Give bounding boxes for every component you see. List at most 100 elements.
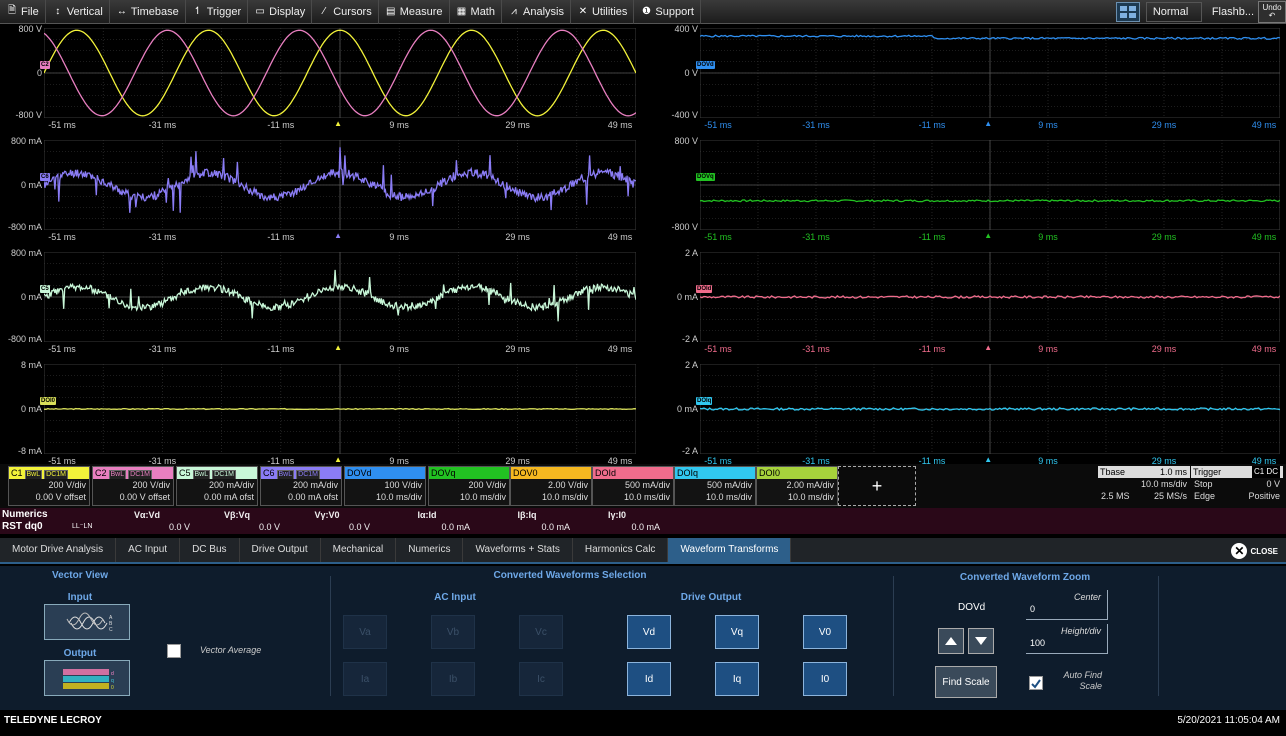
channel-badge[interactable]: C5 xyxy=(40,285,50,293)
time-tick-label: 29 ms xyxy=(505,232,530,242)
menu-right: Normal Flashb... Undo ↶ xyxy=(1115,0,1286,24)
grid-left-3[interactable] xyxy=(44,252,636,342)
vector-output-button[interactable]: dq0 xyxy=(44,660,130,696)
select-vb-button[interactable]: Vb xyxy=(431,615,475,649)
channel-badge[interactable]: DOI0 xyxy=(40,397,57,405)
descriptor-c5[interactable]: C5 BwL DC1M 200 mA/div 0.00 mA ofst xyxy=(176,466,258,506)
descriptor-offset: 0.00 V offset xyxy=(119,492,170,502)
channel-badge[interactable]: DOIq xyxy=(696,397,713,405)
height-div-field[interactable]: Height/div 100 xyxy=(1026,624,1108,654)
select-iq-button[interactable]: Iq xyxy=(715,662,759,696)
channel-badge[interactable]: C6 xyxy=(40,173,50,181)
select-va-button[interactable]: Va xyxy=(343,615,387,649)
tab-numerics[interactable]: Numerics xyxy=(396,538,464,562)
grid-lines xyxy=(700,28,1280,118)
trigger-title: Trigger xyxy=(1193,467,1222,477)
menu-vertical[interactable]: ↕ Vertical xyxy=(46,0,110,24)
undo-button[interactable]: Undo ↶ xyxy=(1258,1,1286,23)
grid-lines xyxy=(44,140,636,230)
tab-ac-input[interactable]: AC Input xyxy=(116,538,181,562)
descriptor-offset: 10.0 ms/div xyxy=(541,492,588,502)
y-label-ytop: 800 V xyxy=(18,24,42,34)
descriptor-dov0[interactable]: DOV0 2.00 V/div 10.0 ms/div xyxy=(510,466,592,506)
timebase-descriptor[interactable]: Tbase 1.0 ms 10.0 ms/div 2.5 MS 25 MS/s xyxy=(1098,466,1190,506)
tab-waveform-transforms[interactable]: Waveform Transforms xyxy=(668,538,792,562)
zoom-down-button[interactable] xyxy=(968,628,994,654)
select-vd-button[interactable]: Vd xyxy=(627,615,671,649)
grid-left-1[interactable] xyxy=(44,28,636,118)
channel-badge[interactable]: DOVq xyxy=(696,173,715,181)
descriptor-header: DOVq xyxy=(429,467,509,479)
select-ia-button[interactable]: Ia xyxy=(343,662,387,696)
descriptor-c6[interactable]: C6 BwL DC1M 200 mA/div 0.00 mA ofst xyxy=(260,466,342,506)
menu-trigger[interactable]: ↿ Trigger xyxy=(186,0,249,24)
descriptor-c2[interactable]: C2 BwL DC1M 200 V/div 0.00 V offset xyxy=(92,466,174,506)
time-tick-label: 9 ms xyxy=(1038,232,1058,242)
menu-timebase[interactable]: ↔ Timebase xyxy=(110,0,186,24)
menu-math[interactable]: ▦ Math xyxy=(450,0,502,24)
grid-right-1[interactable] xyxy=(700,28,1280,118)
menu-support[interactable]: ❶ Support xyxy=(634,0,701,24)
y-label-ybot: -800 V xyxy=(15,110,42,120)
descriptor-doid[interactable]: DOId 500 mA/div 10.0 ms/div xyxy=(592,466,674,506)
grid-right-3[interactable] xyxy=(700,252,1280,342)
select-vc-button[interactable]: Vc xyxy=(519,615,563,649)
select-vq-button[interactable]: Vq xyxy=(715,615,759,649)
grid-layout-button[interactable] xyxy=(1115,2,1140,22)
tab-motor-drive-analysis[interactable]: Motor Drive Analysis xyxy=(0,538,117,562)
select-v0-button[interactable]: V0 xyxy=(803,615,847,649)
numerics-value: 0.0 V xyxy=(168,522,190,532)
menu-display[interactable]: ▭ Display xyxy=(248,0,313,24)
descriptor-c1[interactable]: C1 BwL DC1M 200 V/div 0.00 V offset xyxy=(8,466,90,506)
select-i0-button[interactable]: I0 xyxy=(803,662,847,696)
grid-left-4[interactable] xyxy=(44,364,636,454)
menu-cursors[interactable]: ⁄ Cursors xyxy=(312,0,379,24)
vector-average-checkbox[interactable] xyxy=(167,644,181,658)
tab-drive-output[interactable]: Drive Output xyxy=(240,538,321,562)
tab-harmonics-calc[interactable]: Harmonics Calc xyxy=(573,538,669,562)
auto-find-scale-checkbox[interactable] xyxy=(1029,676,1043,690)
tab-dc-bus[interactable]: DC Bus xyxy=(180,538,240,562)
trigger-descriptor[interactable]: Trigger C1 DC Stop 0 V Edge Positive xyxy=(1191,466,1283,506)
ac-input-heading: AC Input xyxy=(434,592,476,603)
flashback-button[interactable]: Flashb... xyxy=(1208,6,1258,18)
menu-label: Timebase xyxy=(130,5,179,18)
menu-utilities[interactable]: ✕ Utilities xyxy=(571,0,635,24)
acquisition-mode[interactable]: Normal xyxy=(1145,2,1202,22)
menu-file[interactable]: 🗎 File xyxy=(0,0,46,24)
time-tick-label: -51 ms xyxy=(704,120,732,130)
descriptor-dovq[interactable]: DOVq 200 V/div 10.0 ms/div xyxy=(428,466,510,506)
height-label: Height/div xyxy=(1060,626,1101,636)
menu-measure[interactable]: ▤ Measure xyxy=(379,0,450,24)
time-tick-label: 9 ms xyxy=(1038,344,1058,354)
channel-badge[interactable]: DOVd xyxy=(696,61,715,69)
tab-mechanical[interactable]: Mechanical xyxy=(321,538,397,562)
channel-badge[interactable]: DOId xyxy=(696,285,713,293)
menu-analysis[interactable]: ⩘ Analysis xyxy=(502,0,571,24)
descriptor-doiq[interactable]: DOIq 500 mA/div 10.0 ms/div xyxy=(674,466,756,506)
y-label-ymid: 0 mA xyxy=(676,404,698,414)
grid-left-2[interactable] xyxy=(44,140,636,230)
channel-badge[interactable]: C2 xyxy=(40,61,50,69)
auto-find-label: Auto Find Scale xyxy=(1063,670,1102,691)
zoom-heading: Converted Waveform Zoom xyxy=(959,572,1091,583)
grid-right-2[interactable] xyxy=(700,140,1280,230)
select-id-button[interactable]: Id xyxy=(627,662,671,696)
tab-waveforms-stats[interactable]: Waveforms + Stats xyxy=(463,538,573,562)
descriptor-offset: 0.00 mA ofst xyxy=(287,492,338,502)
select-ic-button[interactable]: Ic xyxy=(519,662,563,696)
select-ib-button[interactable]: Ib xyxy=(431,662,475,696)
vector-view-heading: Vector View xyxy=(52,570,108,581)
vector-input-button[interactable]: ABC xyxy=(44,604,130,640)
descriptor-dovd[interactable]: DOVd 100 V/div 10.0 ms/div xyxy=(344,466,426,506)
zoom-up-button[interactable] xyxy=(938,628,964,654)
center-field[interactable]: Center 0 xyxy=(1026,590,1108,620)
descriptor-doi0[interactable]: DOI0 2.00 mA/div 10.0 ms/div xyxy=(756,466,838,506)
grid-right-4[interactable] xyxy=(700,364,1280,454)
add-trace-button[interactable]: + xyxy=(838,466,916,506)
descriptor-tag: DC1M xyxy=(44,470,68,479)
grid-lines xyxy=(700,364,1280,454)
numerics-header: Vα:Vd xyxy=(133,510,161,520)
close-button[interactable]: ✕ CLOSE xyxy=(1231,543,1278,559)
find-scale-button[interactable]: Find Scale xyxy=(935,666,997,698)
